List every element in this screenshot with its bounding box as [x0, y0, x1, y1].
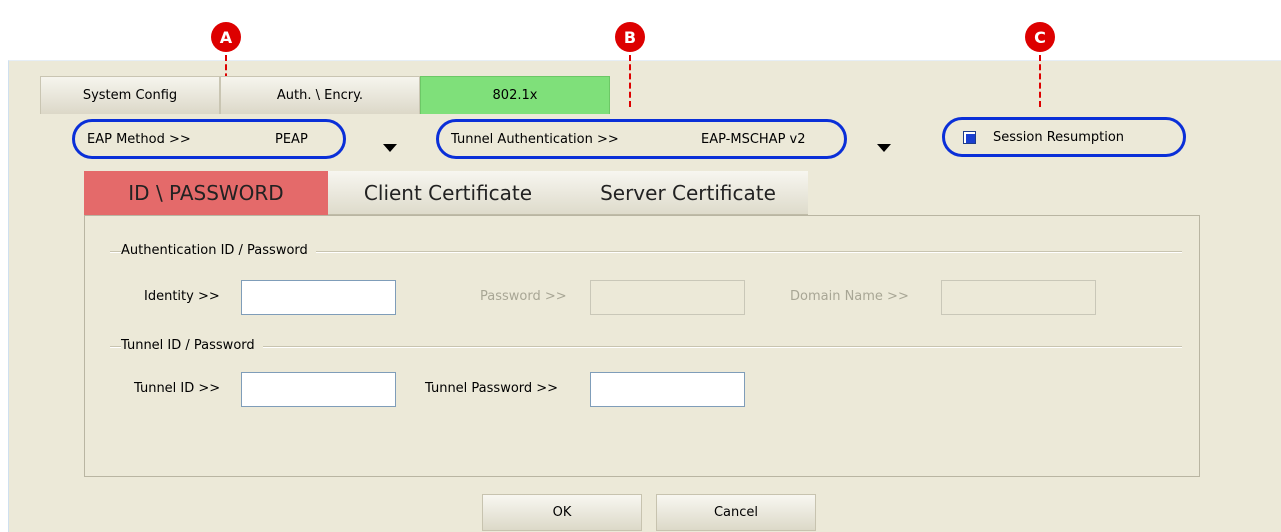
- eap-method-label: EAP Method >>: [87, 131, 191, 147]
- tunnel-password-input[interactable]: [590, 372, 745, 407]
- marker-c-line: [1039, 55, 1041, 107]
- eap-method-group: EAP Method >> PEAP: [72, 119, 346, 159]
- session-resumption-label: Session Resumption: [993, 129, 1125, 145]
- session-resumption-group: Session Resumption: [942, 117, 1186, 157]
- tunnel-password-label: Tunnel Password >>: [425, 381, 559, 396]
- auth-group-title: Authentication ID / Password: [121, 243, 316, 258]
- password-input[interactable]: [590, 280, 745, 315]
- tab-system-config[interactable]: System Config: [40, 76, 220, 114]
- tunnel-auth-group: Tunnel Authentication >> EAP-MSCHAP v2: [436, 119, 847, 159]
- tab-server-certificate[interactable]: Server Certificate: [568, 171, 808, 215]
- session-resumption-checkbox[interactable]: [963, 131, 976, 144]
- marker-a: A: [211, 22, 241, 52]
- domain-name-label: Domain Name >>: [790, 289, 909, 304]
- tab-id-password[interactable]: ID \ PASSWORD: [84, 171, 328, 215]
- eap-method-dropdown-icon[interactable]: [383, 144, 397, 152]
- tunnel-group-title: Tunnel ID / Password: [121, 338, 263, 353]
- tab-8021x[interactable]: 802.1x: [420, 76, 610, 114]
- ok-button[interactable]: OK: [482, 494, 642, 531]
- tunnel-id-label: Tunnel ID >>: [134, 381, 221, 396]
- marker-b-line: [629, 55, 631, 107]
- password-label: Password >>: [480, 289, 567, 304]
- domain-name-input[interactable]: [941, 280, 1096, 315]
- tab-client-certificate[interactable]: Client Certificate: [328, 171, 568, 215]
- tunnel-auth-dropdown-icon[interactable]: [877, 144, 891, 152]
- marker-b: B: [615, 22, 645, 52]
- tunnel-id-input[interactable]: [241, 372, 396, 407]
- tunnel-group-rule: [110, 346, 1182, 348]
- cancel-button[interactable]: Cancel: [656, 494, 816, 531]
- tunnel-auth-label: Tunnel Authentication >>: [451, 131, 619, 147]
- marker-c: C: [1025, 22, 1055, 52]
- identity-label: Identity >>: [144, 289, 220, 304]
- tab-auth-encry[interactable]: Auth. \ Encry.: [220, 76, 420, 114]
- eap-method-value[interactable]: PEAP: [275, 132, 308, 147]
- identity-input[interactable]: [241, 280, 396, 315]
- tunnel-auth-value[interactable]: EAP-MSCHAP v2: [701, 132, 806, 147]
